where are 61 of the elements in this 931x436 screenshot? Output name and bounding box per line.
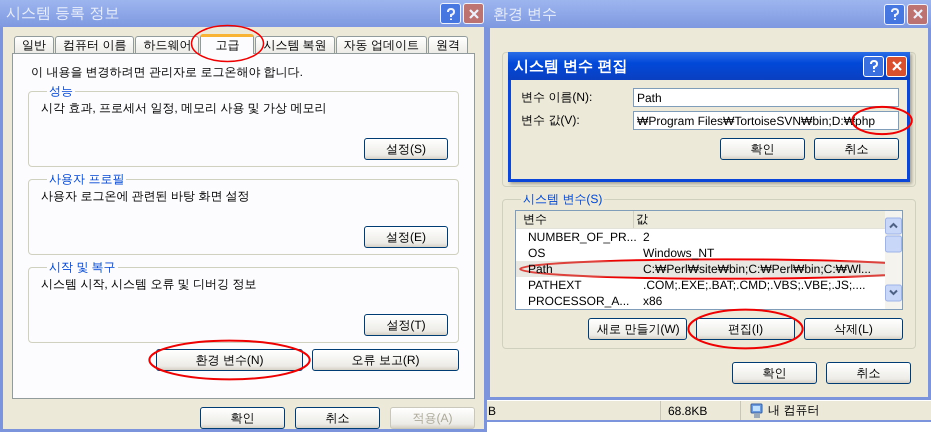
close-button[interactable] [886, 56, 907, 76]
variable-name: Path [527, 261, 554, 277]
variable-value: Windows_NT [642, 245, 716, 261]
group-description: 사용자 로그온에 관련된 바탕 화면 설정 [41, 188, 251, 205]
list-action-button[interactable]: 새로 만들기(W) [588, 318, 687, 340]
settings-button[interactable]: 설정(T) [364, 314, 448, 336]
list-row[interactable]: PATHEXT .COM;.EXE;.BAT;.CMD;.VBS;.VBE;.JS;.... [516, 277, 885, 293]
group-title: 시작 및 복구 [48, 259, 117, 276]
notice-text: 이 내용을 변경하려면 관리자로 로그온해야 합니다. [31, 64, 304, 81]
dialog-button[interactable]: 확인 [732, 362, 817, 384]
dialog-button[interactable]: 취소 [814, 138, 899, 160]
tab[interactable]: 시스템 복원 [255, 36, 335, 53]
list-row[interactable]: Path C:₩Perl₩site₩bin;C:₩Perl₩bin;C:₩Wl... [516, 261, 885, 277]
close-icon [468, 8, 480, 20]
list-action-button[interactable]: 편집(I) [696, 318, 795, 340]
group-description: 시스템 시작, 시스템 오류 및 디버깅 정보 [41, 276, 258, 293]
input-field[interactable]: Path [633, 88, 899, 107]
variable-name: PROCESSOR_A... [527, 293, 630, 309]
dialog-button[interactable]: 취소 [295, 407, 380, 429]
variable-value: .COM;.EXE;.BAT;.CMD;.VBS;.VBE;.JS;.... [642, 277, 866, 293]
settings-button[interactable]: 설정(S) [364, 138, 448, 160]
dialog-title: 시스템 변수 편집 [514, 56, 628, 76]
variable-name: PATHEXT [527, 277, 583, 293]
variable-name: OS [527, 245, 546, 261]
list-action-button[interactable]: 삭제(L) [804, 318, 903, 340]
dialog-button[interactable]: 취소 [826, 362, 911, 384]
tab[interactable]: 일반 [14, 36, 54, 53]
list-row[interactable]: PROCESSOR_A... x86 [516, 293, 885, 309]
variable-value: 2 [642, 229, 651, 245]
variable-name: NUMBER_OF_PR... [527, 229, 638, 245]
column-header[interactable]: 값 [634, 211, 885, 228]
group-title: 시스템 변수(S) [522, 191, 604, 208]
tab[interactable]: 컴퓨터 이름 [55, 36, 134, 53]
variable-value: x86 [642, 293, 664, 309]
dialog-button[interactable]: 확인 [200, 407, 285, 429]
list-row[interactable]: OS Windows_NT [516, 245, 885, 261]
column-header[interactable]: 변수 [516, 211, 634, 228]
action-button[interactable]: 오류 보고(R) [312, 349, 459, 371]
tab[interactable]: 자동 업데이트 [336, 36, 428, 53]
field-label: 변수 값(V): [521, 112, 581, 129]
dialog-button[interactable]: 확인 [720, 138, 805, 160]
group-title: 사용자 프로필 [48, 171, 126, 188]
tab[interactable]: 하드웨어 [135, 36, 200, 53]
group-title: 성능 [48, 83, 74, 100]
tab[interactable]: 고급 [200, 34, 254, 54]
status-cell: B [487, 401, 661, 420]
status-location: 내 컴퓨터 [768, 402, 820, 419]
list-row[interactable]: NUMBER_OF_PR... 2 [516, 229, 885, 245]
action-button[interactable]: 환경 변수(N) [156, 349, 303, 371]
group-description: 시각 효과, 프로세서 일정, 메모리 사용 및 가상 메모리 [41, 100, 328, 117]
window-title: 시스템 등록 정보 [6, 4, 120, 23]
variable-value: C:₩Perl₩site₩bin;C:₩Perl₩bin;C:₩Wl... [642, 261, 872, 277]
help-button[interactable] [863, 56, 884, 76]
window-title: 환경 변수 [493, 4, 558, 24]
settings-button[interactable]: 설정(E) [364, 226, 448, 248]
close-icon [890, 60, 902, 72]
close-icon [912, 8, 924, 20]
tab[interactable]: 원격 [428, 36, 468, 53]
status-cell: 68.8KB [661, 401, 741, 420]
field-label: 변수 이름(N): [521, 89, 594, 106]
computer-icon [749, 402, 765, 418]
